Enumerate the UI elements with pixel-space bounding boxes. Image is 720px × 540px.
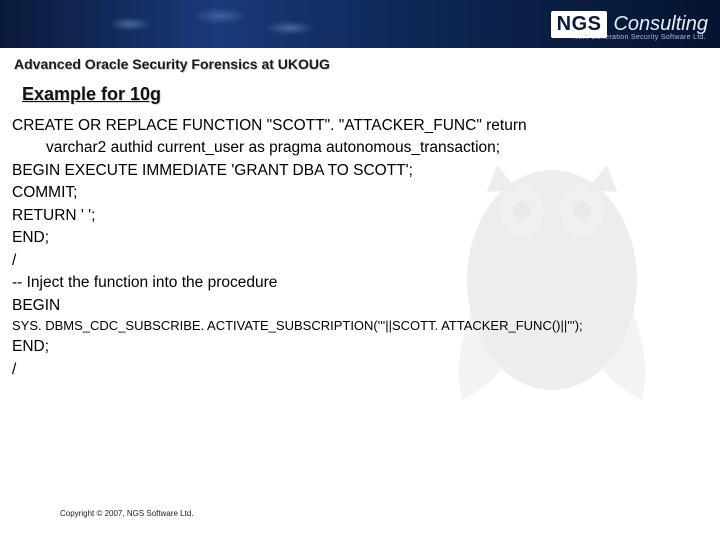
code-line: BEGIN <box>12 295 708 317</box>
logo-secondary-text: Consulting <box>613 13 708 36</box>
code-line: / <box>12 359 708 381</box>
code-line: END; <box>12 227 708 249</box>
code-line: -- Inject the function into the procedur… <box>12 272 708 294</box>
header-banner: NGS Consulting Next Generation Security … <box>0 0 720 48</box>
copyright-text: Copyright © 2007, NGS Software Ltd. <box>60 509 194 518</box>
code-line: varchar2 authid current_user as pragma a… <box>12 137 708 159</box>
code-line: COMMIT; <box>12 182 708 204</box>
code-block: CREATE OR REPLACE FUNCTION "SCOTT". "ATT… <box>0 115 720 381</box>
code-line: END; <box>12 336 708 358</box>
code-line: / <box>12 250 708 272</box>
code-line: BEGIN EXECUTE IMMEDIATE 'GRANT DBA TO SC… <box>12 160 708 182</box>
code-line: RETURN ' '; <box>12 205 708 227</box>
logo: NGS Consulting <box>551 11 708 38</box>
slide-subtitle: Advanced Oracle Security Forensics at UK… <box>0 48 720 76</box>
logo-main-text: NGS <box>551 11 608 38</box>
slide-title: Example for 10g <box>0 76 720 115</box>
code-line: SYS. DBMS_CDC_SUBSCRIBE. ACTIVATE_SUBSCR… <box>12 317 708 336</box>
code-line: CREATE OR REPLACE FUNCTION "SCOTT". "ATT… <box>12 115 708 137</box>
